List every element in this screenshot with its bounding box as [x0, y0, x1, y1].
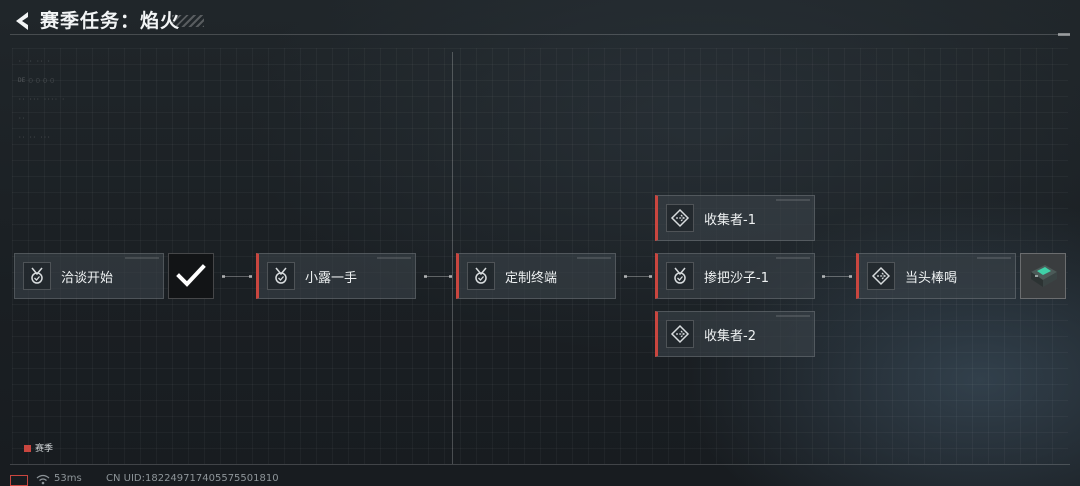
- medal-icon-box: [23, 262, 51, 290]
- medal-icon: [275, 267, 287, 284]
- header-corner-mark: [1058, 33, 1070, 36]
- connector: [822, 275, 852, 278]
- node-corner-tag: [977, 257, 1011, 259]
- monitor-icon: [10, 475, 28, 486]
- back-button[interactable]: [10, 8, 36, 34]
- ping-text: 53ms: [54, 473, 82, 484]
- quest-node-3[interactable]: 定制终端: [456, 253, 616, 299]
- medal-icon-box: [267, 262, 295, 290]
- column-divider: [452, 52, 453, 464]
- quest-node-7[interactable]: 当头棒喝: [856, 253, 1016, 299]
- medal-icon-box: [666, 262, 694, 290]
- diamond-arrow-icon-box: [867, 262, 895, 290]
- wifi-icon: [36, 474, 50, 485]
- quest-node-label: 当头棒喝: [905, 271, 958, 286]
- node-corner-tag: [776, 257, 810, 259]
- legend-label: 赛季: [35, 444, 54, 454]
- uid-text: CN UID:182249717405575501810: [106, 473, 279, 484]
- device-reward-icon: [1031, 265, 1057, 287]
- hud-decoration: · ·· ·· · DE ▢ ▢ ▢ ▢ ·· ··· ···· · ·· ·· ·· …: [18, 58, 65, 141]
- quest-node-label: 小露一手: [305, 271, 358, 286]
- quest-node-4[interactable]: 收集者-1: [655, 195, 815, 241]
- node-corner-tag: [377, 257, 411, 259]
- medal-icon: [475, 267, 487, 284]
- quest-node-2[interactable]: 小露一手: [256, 253, 416, 299]
- header-divider: [10, 34, 1070, 35]
- medal-icon: [674, 267, 686, 284]
- quest-node-label: 洽谈开始: [61, 271, 114, 286]
- medal-icon: [31, 267, 43, 284]
- quest-node-5[interactable]: 掺把沙子-1: [655, 253, 815, 299]
- diamond-arrow-icon-box: [666, 204, 694, 232]
- title-decoration: [172, 15, 204, 27]
- node-corner-tag: [776, 199, 810, 201]
- header: 赛季任务：焰火: [0, 0, 1080, 40]
- page-title: 赛季任务：焰火: [40, 10, 181, 32]
- node-corner-tag: [776, 315, 810, 317]
- back-arrow-icon: [16, 12, 28, 30]
- diamond-arrow-icon: [670, 324, 690, 344]
- medal-icon-box: [467, 262, 495, 290]
- legend: 赛季: [24, 444, 53, 454]
- footer-divider: [10, 464, 1070, 465]
- quest-node-label: 收集者-2: [704, 329, 756, 344]
- diamond-arrow-icon: [670, 208, 690, 228]
- legend-swatch: [24, 445, 31, 452]
- quest-node-label: 掺把沙子-1: [704, 271, 769, 286]
- node-corner-tag: [125, 257, 159, 259]
- diamond-arrow-icon-box: [666, 320, 694, 348]
- quest-node-label: 收集者-1: [704, 213, 756, 228]
- diamond-arrow-icon: [871, 266, 891, 286]
- connector: [222, 275, 252, 278]
- status-bar: 53ms CN UID:182249717405575501810: [10, 472, 1070, 486]
- quest-node-6[interactable]: 收集者-2: [655, 311, 815, 357]
- completed-check: [168, 253, 214, 299]
- node-corner-tag: [577, 257, 611, 259]
- quest-node-1[interactable]: 洽谈开始: [14, 253, 164, 299]
- reward-item[interactable]: [1020, 253, 1066, 299]
- checkmark-icon: [176, 264, 206, 287]
- connector: [424, 275, 452, 278]
- connector: [624, 275, 652, 278]
- quest-node-label: 定制终端: [505, 271, 558, 286]
